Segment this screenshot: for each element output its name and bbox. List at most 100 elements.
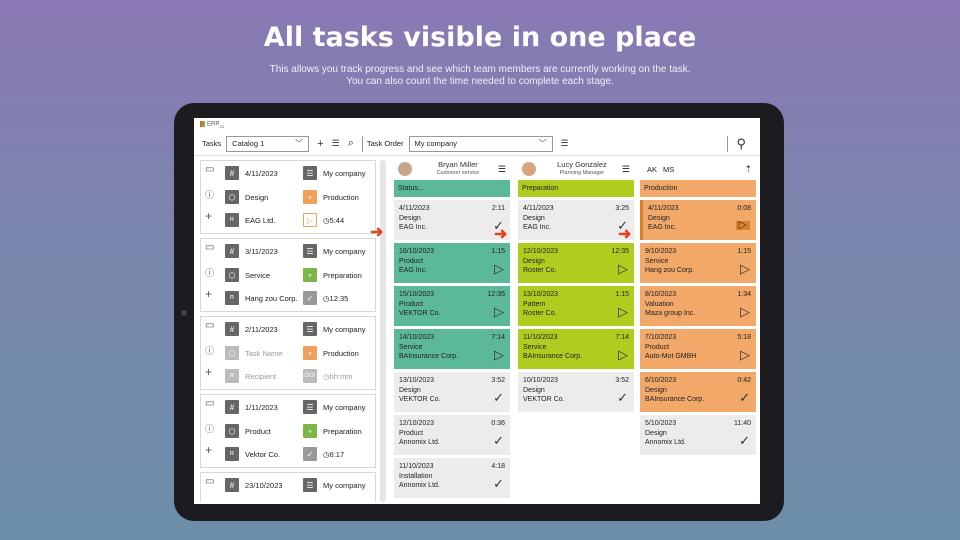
hero-subtitle: This allows you track progress and see w…: [0, 64, 960, 88]
task-list: ▭ #4/11/2023 ☰ My company ⓘ + ⬡ Design ⚬ Producti…: [200, 160, 376, 502]
task-card[interactable]: 4/11/2023 3:25 Design EAG Inc. ✓: [518, 200, 634, 240]
comment-icon[interactable]: ▭: [205, 398, 214, 409]
task-card[interactable]: 8/10/2023 1:34 Valuation Maza group Inc. ▷: [640, 286, 756, 326]
add-icon[interactable]: +: [205, 443, 212, 457]
task-list-scrollbar[interactable]: [380, 160, 386, 502]
task-card[interactable]: 9/10/2023 1:15 Service Hang zou Corp. ▷: [640, 243, 756, 283]
card-type: Design: [648, 215, 670, 222]
task-time: 5:44: [329, 215, 345, 225]
task-card[interactable]: 15/10/2023 12:35 Product VEKTOR Co. ▷: [394, 286, 510, 326]
card-date: 5/10/2023: [645, 420, 677, 427]
hash-icon: #: [225, 244, 239, 258]
add-icon[interactable]: +: [317, 138, 323, 150]
task-card[interactable]: ▭ #1/11/2023 ☰ My company ⓘ + ⬡ Product ⚬ Prepara…: [200, 394, 376, 468]
info-icon[interactable]: ⓘ: [205, 344, 214, 357]
check-icon[interactable]: ✓: [303, 291, 317, 305]
card-date: 15/10/2023: [399, 291, 435, 298]
status-bar[interactable]: Production: [640, 180, 756, 197]
info-icon[interactable]: ⓘ: [205, 266, 214, 279]
sort-list-icon[interactable]: ☰: [332, 138, 340, 149]
task-card[interactable]: ▭ #2/11/2023 ☰ My company ⓘ + ⬡ Task Name ⚬ Produ…: [200, 316, 376, 390]
task-card[interactable]: 13/10/2023 1:15 Pattern Roster Co. ▷: [518, 286, 634, 326]
go-button[interactable]: GO!: [303, 369, 317, 383]
task-card[interactable]: 13/10/2023 3:52 Design VEKTOR Co. ✓: [394, 372, 510, 412]
task-card[interactable]: 12/10/2023 0:36 Product Annomix Ltd. ✓: [394, 415, 510, 455]
task-card[interactable]: ▭ #3/11/2023 ☰ My company ⓘ + ⬡ Service ⚬ Prepara…: [200, 238, 376, 312]
comment-icon[interactable]: ▭: [205, 164, 214, 175]
add-icon[interactable]: +: [205, 365, 212, 379]
task-stage: Preparation: [323, 270, 362, 280]
card-date: 16/10/2023: [399, 248, 435, 255]
task-card[interactable]: 16/10/2023 1:15 Product EAG Inc. ▷: [394, 243, 510, 283]
check-icon[interactable]: ✓: [739, 434, 750, 447]
task-date: 3/11/2023: [245, 246, 278, 256]
info-icon[interactable]: ⓘ: [205, 188, 214, 201]
task-card[interactable]: ▭ #23/10/2023 ☰ My company: [200, 472, 376, 502]
play-icon[interactable]: ▷: [618, 262, 628, 275]
card-date: 7/10/2023: [645, 334, 677, 341]
task-card[interactable]: 7/10/2023 5:18 Product Auto-Mot GMBH ▷: [640, 329, 756, 369]
task-card[interactable]: 5/10/2023 11:40 Design Annomix Ltd. ✓: [640, 415, 756, 455]
card-client: EAG Inc.: [523, 224, 552, 231]
card-client: Annomix Ltd.: [645, 439, 686, 446]
play-icon[interactable]: ▷: [618, 305, 628, 318]
task-client: Vektor Co.: [245, 449, 281, 459]
sort-list-icon[interactable]: ☰: [622, 164, 630, 175]
list-icon: ☰: [303, 478, 317, 492]
card-time: 1:15: [737, 248, 751, 255]
task-card[interactable]: 14/10/2023 7:14 Service BAInsurance Corp. ▷: [394, 329, 510, 369]
task-card[interactable]: 12/10/2023 12:35 Design Roster Co. ▷: [518, 243, 634, 283]
hero-title: All tasks visible in one place: [263, 22, 697, 53]
workflow-icon: ⚬: [303, 424, 317, 438]
task-card[interactable]: 4/11/2023 0:08 Design EAG Inc. ▷: [640, 200, 756, 240]
comment-icon[interactable]: ▭: [205, 320, 214, 331]
task-card[interactable]: ▭ #4/11/2023 ☰ My company ⓘ + ⬡ Design ⚬ Producti…: [200, 160, 376, 234]
check-icon[interactable]: ✓: [493, 477, 504, 490]
info-icon[interactable]: ⓘ: [205, 422, 214, 435]
status-bar[interactable]: Preparation: [518, 180, 634, 197]
logo-text: ERP: [207, 121, 220, 128]
play-icon[interactable]: ▷: [494, 305, 504, 318]
check-icon[interactable]: ✓: [617, 391, 628, 404]
task-card[interactable]: 4/11/2023 2:11 Design EAG Inc. ✓: [394, 200, 510, 240]
person-name: Lucy Gonzalez: [557, 160, 607, 169]
user-initials[interactable]: AK: [644, 165, 660, 174]
status-bar[interactable]: Status...: [394, 180, 510, 197]
check-icon[interactable]: ✓: [493, 434, 504, 447]
card-time: 4:18: [491, 463, 505, 470]
task-card[interactable]: 6/10/2023 0:42 Design BAInsurance Corp. ✓: [640, 372, 756, 412]
check-icon[interactable]: ✓: [493, 391, 504, 404]
task-company: My company: [323, 246, 366, 256]
comment-icon[interactable]: ▭: [205, 476, 214, 487]
add-icon[interactable]: +: [205, 287, 212, 301]
sort-icon[interactable]: ⇡: [744, 164, 752, 175]
catalog-select[interactable]: Catalog 1 ﹀: [226, 135, 310, 152]
check-icon[interactable]: ✓: [739, 391, 750, 404]
task-date: 4/11/2023: [245, 168, 278, 178]
play-icon[interactable]: ▷: [740, 305, 750, 318]
hash-icon: #: [225, 478, 239, 492]
card-date: 4/11/2023: [523, 205, 554, 212]
user-settings-icon[interactable]: ⚲: [736, 136, 746, 152]
play-icon[interactable]: ▷: [740, 262, 750, 275]
add-icon[interactable]: +: [205, 209, 212, 223]
check-icon[interactable]: ✓: [303, 447, 317, 461]
play-icon[interactable]: ▷: [735, 220, 750, 231]
comment-icon[interactable]: ▭: [205, 242, 214, 253]
task-card[interactable]: 10/10/2023 3:52 Design VEKTOR Co. ✓: [518, 372, 634, 412]
card-time: 0:42: [737, 377, 751, 384]
card-type: Product: [399, 301, 424, 308]
task-card[interactable]: 11/10/2023 4:18 Installation Annomix Ltd. ✓: [394, 458, 510, 498]
play-icon[interactable]: ▷: [494, 262, 504, 275]
card-time: 5:18: [737, 334, 751, 341]
sort-list-icon[interactable]: ☰: [561, 138, 569, 149]
search-icon[interactable]: ⌕: [348, 137, 354, 150]
play-icon[interactable]: ▷: [618, 348, 628, 361]
sort-list-icon[interactable]: ☰: [498, 164, 506, 175]
user-initials[interactable]: MS: [660, 165, 677, 174]
play-icon[interactable]: ▷: [303, 213, 317, 227]
company-select[interactable]: My company ﹀: [408, 135, 553, 152]
task-card[interactable]: 11/10/2023 7:14 Service BAInsurance Corp. ▷: [518, 329, 634, 369]
play-icon[interactable]: ▷: [494, 348, 504, 361]
play-icon[interactable]: ▷: [740, 348, 750, 361]
